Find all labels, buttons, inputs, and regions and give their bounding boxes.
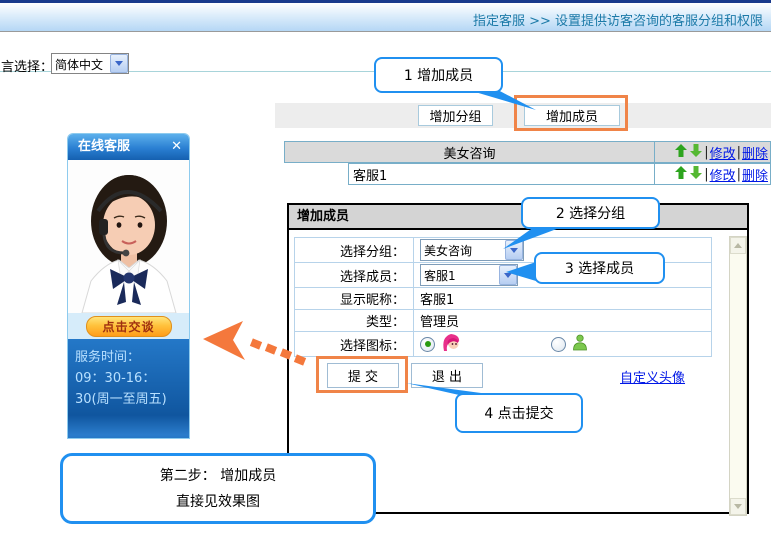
member-select[interactable]: 客服1 [420,264,518,286]
group-delete-link[interactable]: 删除 [742,143,768,162]
separator: | [737,167,741,182]
chevron-down-icon[interactable] [110,54,128,73]
chat-widget-title: 在线客服 [78,139,130,154]
group-name: 美女咨询 [285,142,654,162]
exit-button[interactable]: 退 出 [411,363,483,388]
scroll-down-icon[interactable] [730,498,746,515]
service-hours: 服务时间： 09：30-16：30(周一至周五) [68,339,189,439]
callout-step3: 3 选择成员 [534,252,665,284]
breadcrumb: 指定客服 >> 设置提供访客咨询的客服分组和权限 [473,10,763,29]
nickname-value: 客服1 [414,289,711,308]
top-bar: 指定客服 >> 设置提供访客咨询的客服分组和权限 [0,0,771,32]
chevron-down-icon[interactable] [499,265,517,285]
group-select-value: 美女咨询 [421,240,505,260]
callout-summary: 第二步： 增加成员 直接见效果图 [60,453,376,524]
type-field-label: 类型： [295,310,414,331]
chat-widget-titlebar: 在线客服 ✕ [68,134,189,160]
nickname-field-label: 显示昵称： [295,288,414,309]
highlight-box-add-member [514,95,628,131]
summary-line1: 第二步： 增加成员 [160,463,276,489]
member-modify-link[interactable]: 修改 [710,165,736,184]
scroll-up-icon[interactable] [730,237,746,254]
chevron-down-icon[interactable] [505,240,523,260]
language-select-value: 简体中文 [52,54,110,73]
callout-step1: 1 增加成员 [374,57,503,93]
move-up-icon[interactable] [675,144,687,161]
chat-widget: 在线客服 ✕ [67,133,190,439]
service-hours-time: 09：30-16：30(周一至周五) [75,368,182,410]
move-up-icon[interactable] [675,166,687,183]
custom-avatar-link[interactable]: 自定义头像 [620,367,685,386]
member-field-label: 选择成员： [295,263,414,287]
add-group-button[interactable]: 增加分组 [418,105,493,126]
agent-photo [68,160,189,313]
separator: | [704,145,708,160]
person-avatar-icon [572,334,588,355]
group-select[interactable]: 美女咨询 [420,239,524,261]
panel-title: 增加成员 [289,205,747,230]
close-icon[interactable]: ✕ [171,134,182,160]
member-select-value: 客服1 [421,265,499,285]
member-row: 客服1 | 修改 | 删除 [348,163,771,185]
callout-step2: 2 选择分组 [521,197,660,229]
highlight-box-submit [316,356,408,393]
panel-scrollbar[interactable] [729,236,747,516]
member-name: 客服1 [349,164,654,184]
member-delete-link[interactable]: 删除 [742,165,768,184]
icon-radio-girl[interactable] [420,337,435,352]
group-modify-link[interactable]: 修改 [710,143,736,162]
chat-now-button[interactable]: 点击交谈 [86,316,172,337]
group-field-label: 选择分组： [295,238,414,262]
separator: | [704,167,708,182]
separator: | [737,145,741,160]
girl-avatar-icon [441,332,461,356]
callout-step4: 4 点击提交 [455,393,583,433]
move-down-icon[interactable] [690,144,702,161]
group-header-row: 美女咨询 | 修改 | 删除 [284,141,771,163]
type-value: 管理员 [414,311,711,330]
language-label: 言选择： [1,56,53,75]
language-select[interactable]: 简体中文 [51,53,129,74]
move-down-icon[interactable] [690,166,702,183]
page: 指定客服 >> 设置提供访客咨询的客服分组和权限 言选择： 简体中文 增加分组 … [0,0,771,534]
icon-radio-person[interactable] [551,337,566,352]
service-hours-label: 服务时间： [75,347,182,368]
icon-field-label: 选择图标： [295,332,414,356]
summary-line2: 直接见效果图 [176,489,260,515]
chat-button-strip: 点击交谈 [68,313,189,339]
